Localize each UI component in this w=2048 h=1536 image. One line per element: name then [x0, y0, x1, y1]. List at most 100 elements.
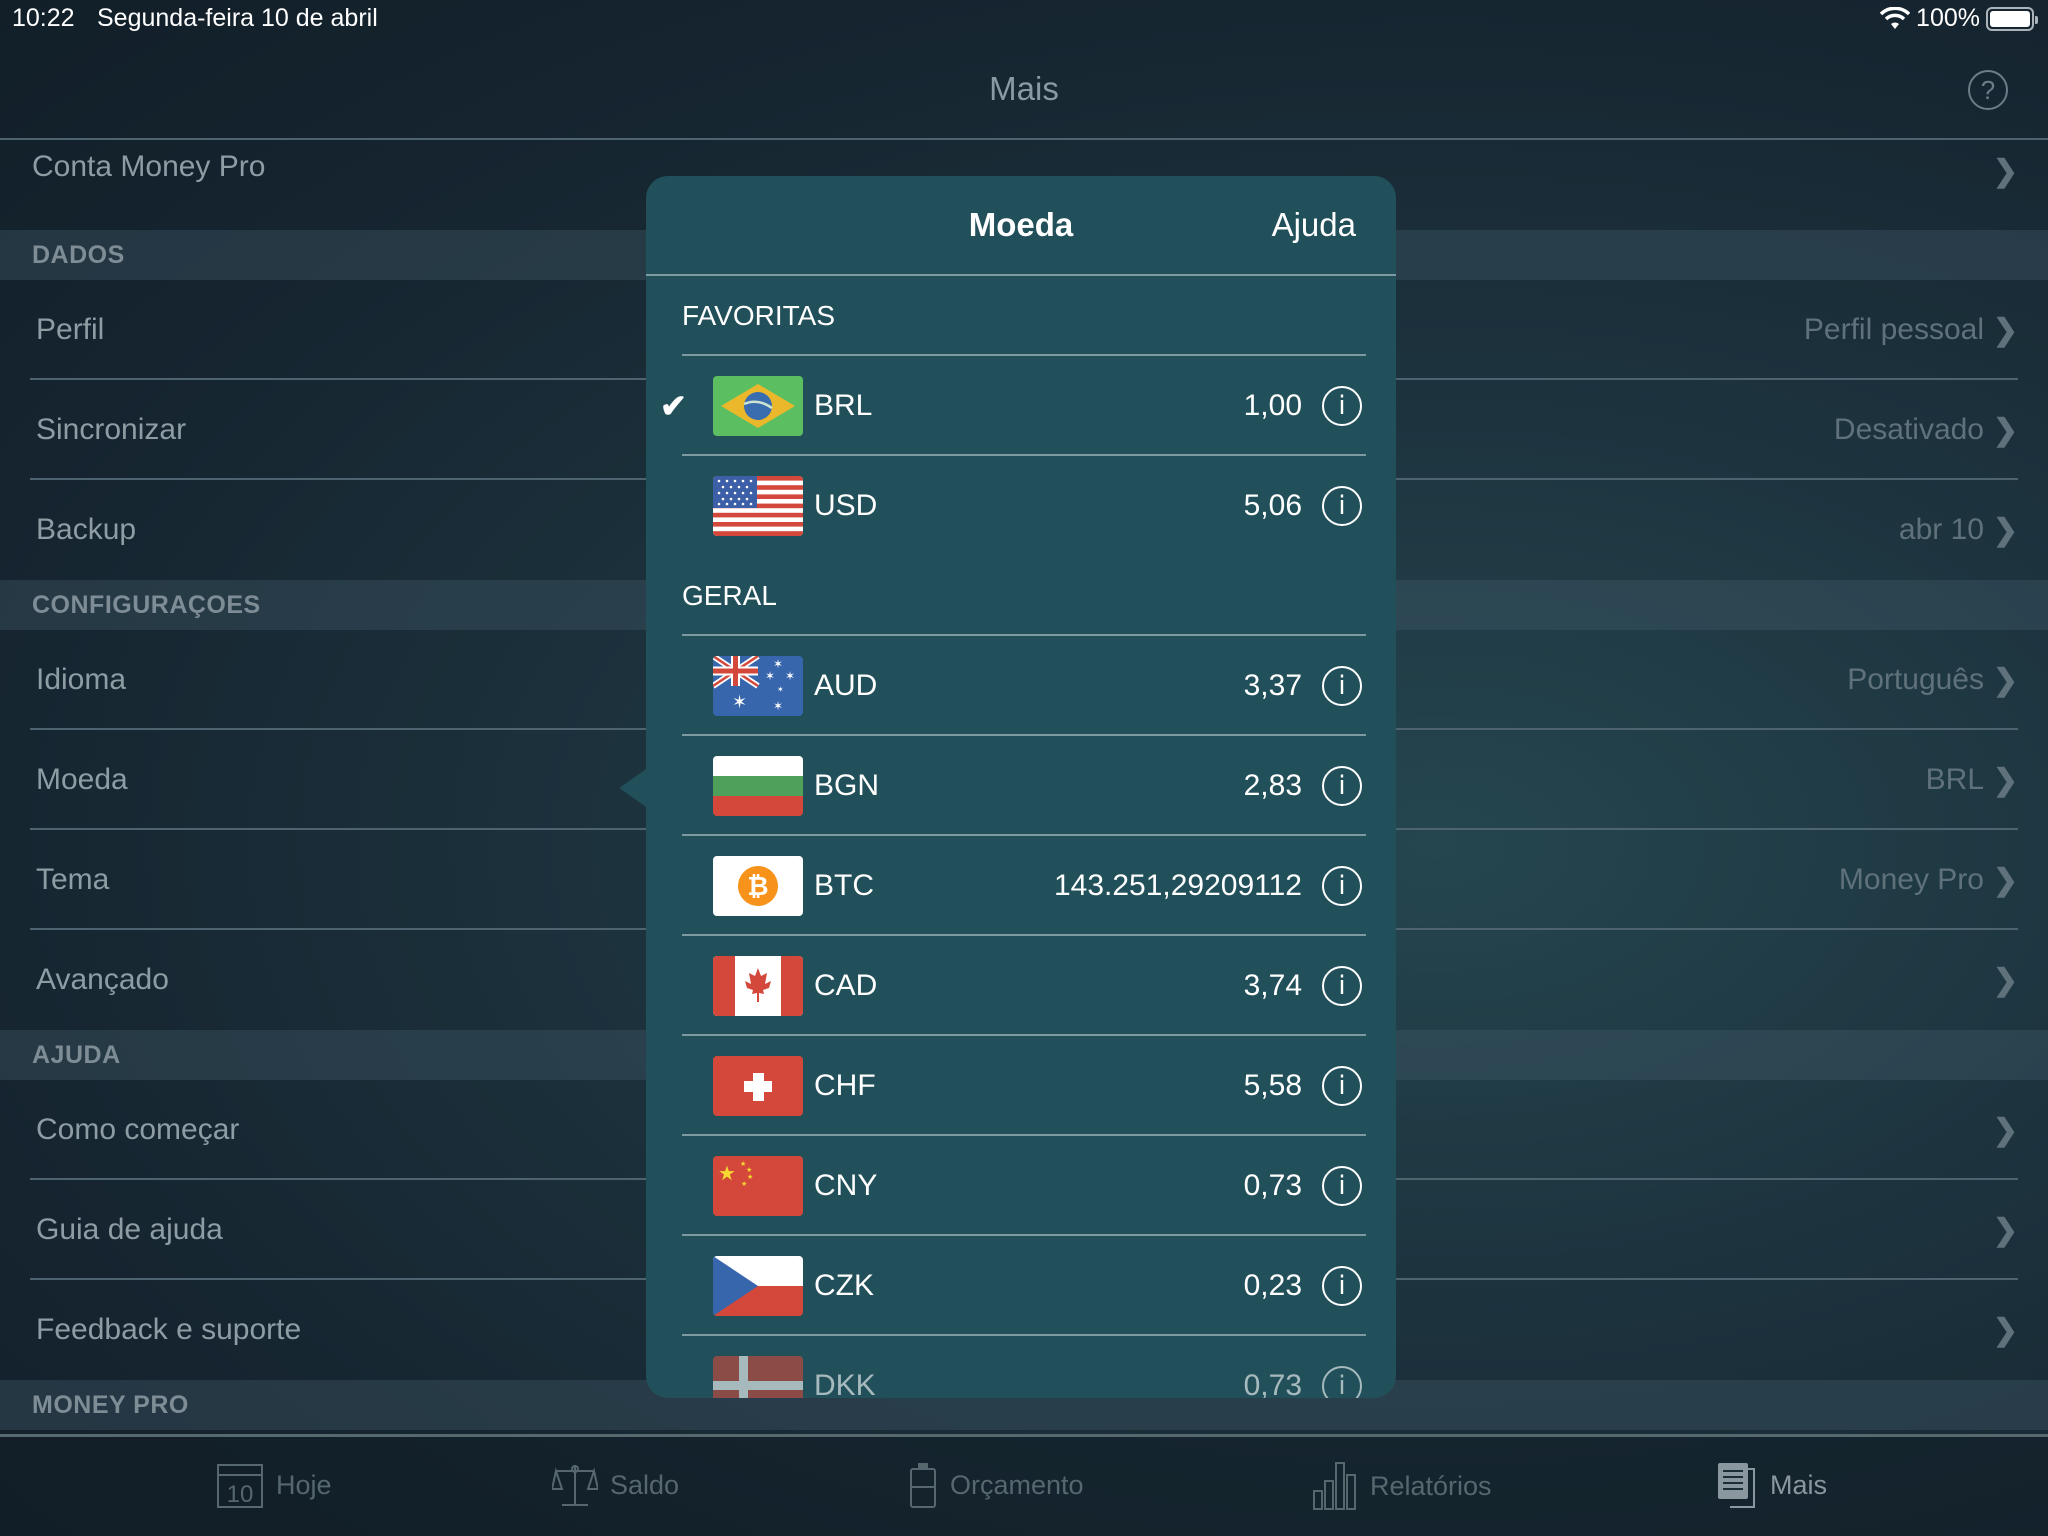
chevron-right-icon: ❯ [1992, 513, 2018, 547]
svg-text:✶: ✶ [785, 669, 795, 683]
info-icon[interactable]: i [1322, 866, 1362, 906]
currency-rate: 0,73 [1243, 1169, 1302, 1202]
info-icon[interactable]: i [1322, 386, 1362, 426]
tab-hoje[interactable]: 10 Hoje [216, 1461, 332, 1509]
info-icon[interactable]: i [1322, 1166, 1362, 1206]
currency-code: CNY [814, 1169, 878, 1202]
currency-row-bgn[interactable]: BGN 2,83 i [646, 736, 1396, 836]
currency-rate: 143.251,29209112 [1053, 869, 1302, 902]
bitcoin-icon: ₿ [713, 856, 803, 916]
chevron-right-icon: ❯ [1992, 863, 2018, 897]
tab-saldo[interactable]: Saldo [552, 1461, 679, 1509]
status-time: 10:22 [12, 4, 75, 32]
currency-row-cad[interactable]: CAD 3,74 i [646, 936, 1396, 1036]
tab-label: Relatórios [1370, 1470, 1492, 1501]
currency-code: CHF [814, 1069, 876, 1102]
info-icon[interactable]: i [1322, 486, 1362, 526]
help-button[interactable]: ? [1968, 70, 2008, 110]
tab-label: Mais [1770, 1469, 1828, 1500]
svg-text:10: 10 [227, 1481, 254, 1508]
currency-row-usd[interactable]: USD 5,06 i [646, 456, 1396, 556]
list-item-value: Desativado [1833, 413, 1984, 446]
tab-orcamento[interactable]: Orçamento [908, 1461, 1084, 1509]
svg-text:★: ★ [747, 1173, 753, 1181]
status-date: Segunda-feira 10 de abril [97, 4, 378, 32]
list-item-label: Feedback e suporte [36, 1313, 302, 1346]
currency-rate: 5,06 [1243, 489, 1302, 522]
tab-mais[interactable]: Mais [1716, 1461, 1827, 1509]
flag-china-icon: ★ ★ ★ ★ ★ [713, 1156, 803, 1216]
chevron-right-icon: ❯ [1992, 313, 2018, 347]
info-icon[interactable]: i [1322, 666, 1362, 706]
section-title: GERAL [682, 580, 777, 611]
currency-row-cny[interactable]: ★ ★ ★ ★ ★ CNY 0,73 i [646, 1136, 1396, 1236]
list-item-value: abr 10 [1898, 513, 1984, 546]
checkmark-icon: ✔ [660, 388, 687, 424]
wifi-icon [1880, 6, 1911, 29]
tab-bar: 10 Hoje Saldo Orçamento Relatórios Mais [0, 1434, 2048, 1536]
flag-australia-icon: ✶ ✶ ✶ ✶ ✶ ✶ [713, 656, 803, 716]
page-title: Mais [989, 70, 1059, 107]
budget-icon [910, 1463, 936, 1508]
tab-label: Saldo [610, 1469, 680, 1500]
flag-canada-icon [713, 956, 803, 1016]
list-item-label: Guia de ajuda [36, 1213, 223, 1246]
currency-code: CZK [814, 1269, 874, 1302]
flag-usa-icon [713, 476, 803, 536]
section-title: FAVORITAS [682, 300, 835, 331]
currency-row-aud[interactable]: ✶ ✶ ✶ ✶ ✶ ✶ AUD 3,37 i [646, 636, 1396, 736]
chevron-right-icon: ❯ [1992, 1213, 2018, 1247]
flag-denmark-icon [713, 1356, 803, 1398]
currency-row-chf[interactable]: CHF 5,58 i [646, 1036, 1396, 1136]
currency-code: CAD [814, 969, 878, 1002]
currency-row-dkk[interactable]: DKK 0,73 i [646, 1336, 1396, 1398]
svg-text:★: ★ [718, 1161, 736, 1185]
currency-code: BRL [814, 389, 873, 422]
section-header-favoritas: FAVORITAS [646, 276, 1396, 356]
currency-code: AUD [814, 669, 878, 702]
list-item-value: BRL [1925, 763, 1984, 796]
info-icon[interactable]: i [1322, 766, 1362, 806]
list-item-label: Como começar [36, 1113, 240, 1146]
chevron-right-icon: ❯ [1992, 1113, 2018, 1147]
info-icon[interactable]: i [1322, 1366, 1362, 1398]
battery-percent: 100% [1916, 4, 1980, 32]
help-link[interactable]: Ajuda [1272, 206, 1356, 244]
info-icon[interactable]: i [1322, 966, 1362, 1006]
currency-rate: 0,23 [1243, 1269, 1302, 1302]
scale-icon [552, 1465, 598, 1506]
chevron-right-icon: ❯ [1992, 663, 2018, 697]
tab-relatorios[interactable]: Relatórios [1312, 1461, 1492, 1511]
flag-brazil-icon [713, 376, 803, 436]
list-item-value: Money Pro [1838, 863, 1984, 896]
currency-row-brl[interactable]: ✔ BRL 1,00 i [646, 356, 1396, 456]
info-icon[interactable]: i [1322, 1066, 1362, 1106]
list-item-label: Backup [36, 513, 137, 546]
chevron-right-icon: ❯ [1992, 963, 2018, 997]
currency-rate: 1,00 [1243, 389, 1302, 422]
currency-popover: Moeda Ajuda FAVORITAS ✔ BRL 1,00 i USD 5… [646, 176, 1396, 1398]
bar-chart-icon [1313, 1462, 1356, 1510]
chevron-right-icon: ❯ [1992, 413, 2018, 447]
section-header-geral: GERAL [646, 556, 1396, 636]
currency-row-czk[interactable]: CZK 0,23 i [646, 1236, 1396, 1336]
currency-row-btc[interactable]: ₿ BTC 143.251,29209112 i [646, 836, 1396, 936]
currency-rate: 3,37 [1243, 669, 1302, 702]
navigation-bar: Mais ? [0, 40, 2048, 140]
document-icon [1718, 1463, 1755, 1508]
battery-icon [1986, 6, 2038, 31]
currency-rate: 2,83 [1243, 769, 1302, 802]
info-icon[interactable]: i [1322, 1266, 1362, 1306]
list-item-label: Conta Money Pro [32, 150, 266, 183]
chevron-right-icon: ❯ [1992, 763, 2018, 797]
currency-rate: 3,74 [1243, 969, 1302, 1002]
tab-label: Hoje [276, 1469, 332, 1500]
popover-header: Moeda Ajuda [646, 176, 1396, 276]
svg-text:✶: ✶ [777, 685, 784, 694]
svg-text:₿: ₿ [747, 872, 768, 902]
tab-label: Orçamento [950, 1469, 1084, 1500]
flag-switzerland-icon [713, 1056, 803, 1116]
svg-text:✶: ✶ [732, 692, 747, 713]
currency-code: USD [814, 489, 878, 522]
list-item-label: Perfil [36, 313, 105, 346]
